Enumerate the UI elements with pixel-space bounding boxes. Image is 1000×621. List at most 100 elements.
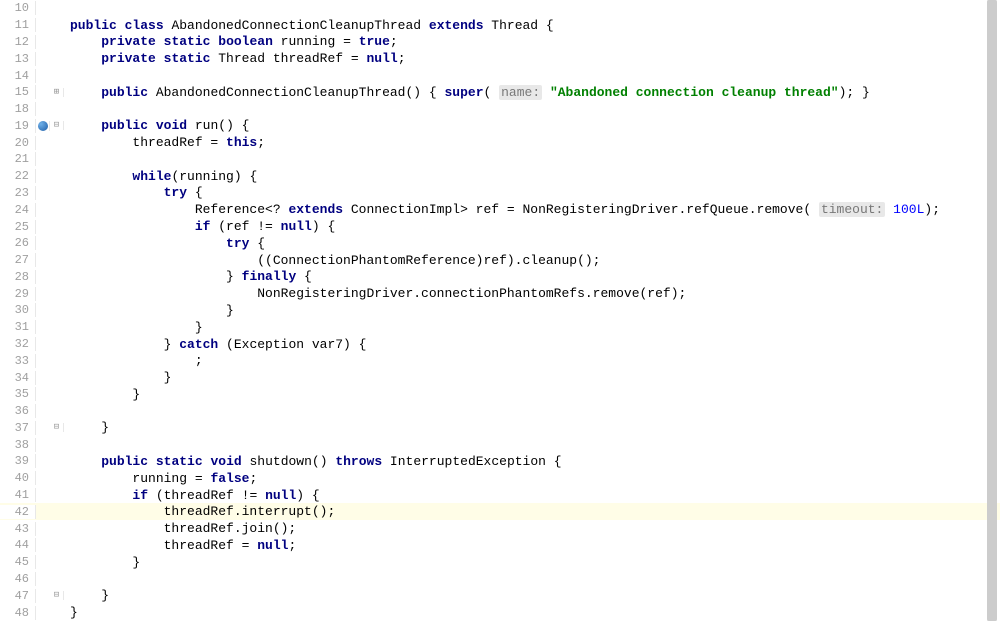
code-editor[interactable]: 1011public class AbandonedConnectionClea… xyxy=(0,0,1000,621)
code-content[interactable]: threadRef = this; xyxy=(64,135,1000,150)
code-line[interactable]: 19⊟ public void run() { xyxy=(0,117,1000,134)
code-content[interactable]: } catch (Exception var7) { xyxy=(64,337,1000,352)
line-number: 20 xyxy=(0,136,36,150)
scrollbar-thumb[interactable] xyxy=(987,0,997,621)
code-line[interactable]: 41 if (threadRef != null) { xyxy=(0,487,1000,504)
code-line[interactable]: 31 } xyxy=(0,319,1000,336)
code-line[interactable]: 38 xyxy=(0,436,1000,453)
code-content[interactable]: } xyxy=(64,387,1000,402)
code-line[interactable]: 32 } catch (Exception var7) { xyxy=(0,336,1000,353)
code-line[interactable]: 13 private static Thread threadRef = nul… xyxy=(0,50,1000,67)
code-line[interactable]: 22 while(running) { xyxy=(0,168,1000,185)
code-line[interactable]: 18 xyxy=(0,101,1000,118)
code-content[interactable]: try { xyxy=(64,185,1000,200)
fold-expand-icon[interactable]: ⊞ xyxy=(54,88,59,97)
code-line[interactable]: 30 } xyxy=(0,302,1000,319)
code-line[interactable]: 43 threadRef.join(); xyxy=(0,520,1000,537)
line-number: 22 xyxy=(0,169,36,183)
fold-gutter[interactable]: ⊟ xyxy=(50,591,64,600)
line-number: 48 xyxy=(0,606,36,620)
fold-collapse-icon[interactable]: ⊟ xyxy=(54,591,59,600)
code-line[interactable]: 15⊞ public AbandonedConnectionCleanupThr… xyxy=(0,84,1000,101)
code-content[interactable]: threadRef.interrupt(); xyxy=(64,504,1000,519)
line-number: 29 xyxy=(0,287,36,301)
line-number: 34 xyxy=(0,371,36,385)
code-line[interactable]: 35 } xyxy=(0,386,1000,403)
code-content[interactable]: } finally { xyxy=(64,269,1000,284)
code-content[interactable]: if (ref != null) { xyxy=(64,219,1000,234)
code-line[interactable]: 33 ; xyxy=(0,352,1000,369)
line-number: 31 xyxy=(0,320,36,334)
code-line[interactable]: 11public class AbandonedConnectionCleanu… xyxy=(0,17,1000,34)
code-line[interactable]: 45 } xyxy=(0,554,1000,571)
line-number: 13 xyxy=(0,52,36,66)
code-content[interactable]: NonRegisteringDriver.connectionPhantomRe… xyxy=(64,286,1000,301)
code-line[interactable]: 37⊟ } xyxy=(0,420,1000,437)
line-number: 39 xyxy=(0,454,36,468)
line-number: 40 xyxy=(0,471,36,485)
line-number: 24 xyxy=(0,203,36,217)
code-line[interactable]: 47⊟ } xyxy=(0,587,1000,604)
line-number: 45 xyxy=(0,555,36,569)
line-number: 33 xyxy=(0,354,36,368)
line-number: 35 xyxy=(0,387,36,401)
vertical-scrollbar[interactable] xyxy=(987,0,997,621)
fold-collapse-icon[interactable]: ⊟ xyxy=(54,121,59,130)
code-line[interactable]: 27 ((ConnectionPhantomReference)ref).cle… xyxy=(0,252,1000,269)
code-content[interactable]: threadRef = null; xyxy=(64,538,1000,553)
code-line[interactable]: 14 xyxy=(0,67,1000,84)
code-content[interactable]: try { xyxy=(64,236,1000,251)
code-content[interactable]: } xyxy=(64,370,1000,385)
breakpoint-gutter[interactable] xyxy=(36,121,50,131)
code-content[interactable]: private static boolean running = true; xyxy=(64,34,1000,49)
code-line[interactable]: 21 xyxy=(0,151,1000,168)
code-line[interactable]: 34 } xyxy=(0,369,1000,386)
code-content[interactable]: public AbandonedConnectionCleanupThread(… xyxy=(64,85,1000,100)
breakpoint-icon[interactable] xyxy=(38,121,48,131)
line-number: 14 xyxy=(0,69,36,83)
code-content[interactable]: Reference<? extends ConnectionImpl> ref … xyxy=(64,202,1000,217)
code-content[interactable]: } xyxy=(64,303,1000,318)
code-content[interactable]: public void run() { xyxy=(64,118,1000,133)
code-line[interactable]: 23 try { xyxy=(0,185,1000,202)
code-content[interactable]: ; xyxy=(64,353,1000,368)
fold-gutter[interactable]: ⊟ xyxy=(50,121,64,130)
code-line[interactable]: 12 private static boolean running = true… xyxy=(0,34,1000,51)
code-line[interactable]: 46 xyxy=(0,571,1000,588)
line-number: 44 xyxy=(0,538,36,552)
code-line[interactable]: 44 threadRef = null; xyxy=(0,537,1000,554)
code-line[interactable]: 29 NonRegisteringDriver.connectionPhanto… xyxy=(0,285,1000,302)
line-number: 28 xyxy=(0,270,36,284)
code-content[interactable]: } xyxy=(64,555,1000,570)
code-line[interactable]: 24 Reference<? extends ConnectionImpl> r… xyxy=(0,201,1000,218)
code-content[interactable]: if (threadRef != null) { xyxy=(64,488,1000,503)
fold-gutter[interactable]: ⊟ xyxy=(50,423,64,432)
line-number: 25 xyxy=(0,220,36,234)
code-line[interactable]: 42 threadRef.interrupt(); xyxy=(0,503,1000,520)
code-content[interactable]: threadRef.join(); xyxy=(64,521,1000,536)
code-content[interactable]: running = false; xyxy=(64,471,1000,486)
code-line[interactable]: 28 } finally { xyxy=(0,269,1000,286)
code-content[interactable]: private static Thread threadRef = null; xyxy=(64,51,1000,66)
line-number: 27 xyxy=(0,253,36,267)
code-line[interactable]: 10 xyxy=(0,0,1000,17)
code-content[interactable]: public static void shutdown() throws Int… xyxy=(64,454,1000,469)
code-content[interactable]: } xyxy=(64,588,1000,603)
code-content[interactable]: ((ConnectionPhantomReference)ref).cleanu… xyxy=(64,253,1000,268)
line-number: 18 xyxy=(0,102,36,116)
code-line[interactable]: 40 running = false; xyxy=(0,470,1000,487)
code-line[interactable]: 25 if (ref != null) { xyxy=(0,218,1000,235)
code-content[interactable]: } xyxy=(64,420,1000,435)
line-number: 12 xyxy=(0,35,36,49)
code-line[interactable]: 48} xyxy=(0,604,1000,621)
fold-gutter[interactable]: ⊞ xyxy=(50,88,64,97)
code-content[interactable]: } xyxy=(64,605,1000,620)
code-content[interactable]: } xyxy=(64,320,1000,335)
code-line[interactable]: 39 public static void shutdown() throws … xyxy=(0,453,1000,470)
code-line[interactable]: 26 try { xyxy=(0,235,1000,252)
code-content[interactable]: public class AbandonedConnectionCleanupT… xyxy=(64,18,1000,33)
code-content[interactable]: while(running) { xyxy=(64,169,1000,184)
code-line[interactable]: 20 threadRef = this; xyxy=(0,134,1000,151)
fold-collapse-icon[interactable]: ⊟ xyxy=(54,423,59,432)
code-line[interactable]: 36 xyxy=(0,403,1000,420)
